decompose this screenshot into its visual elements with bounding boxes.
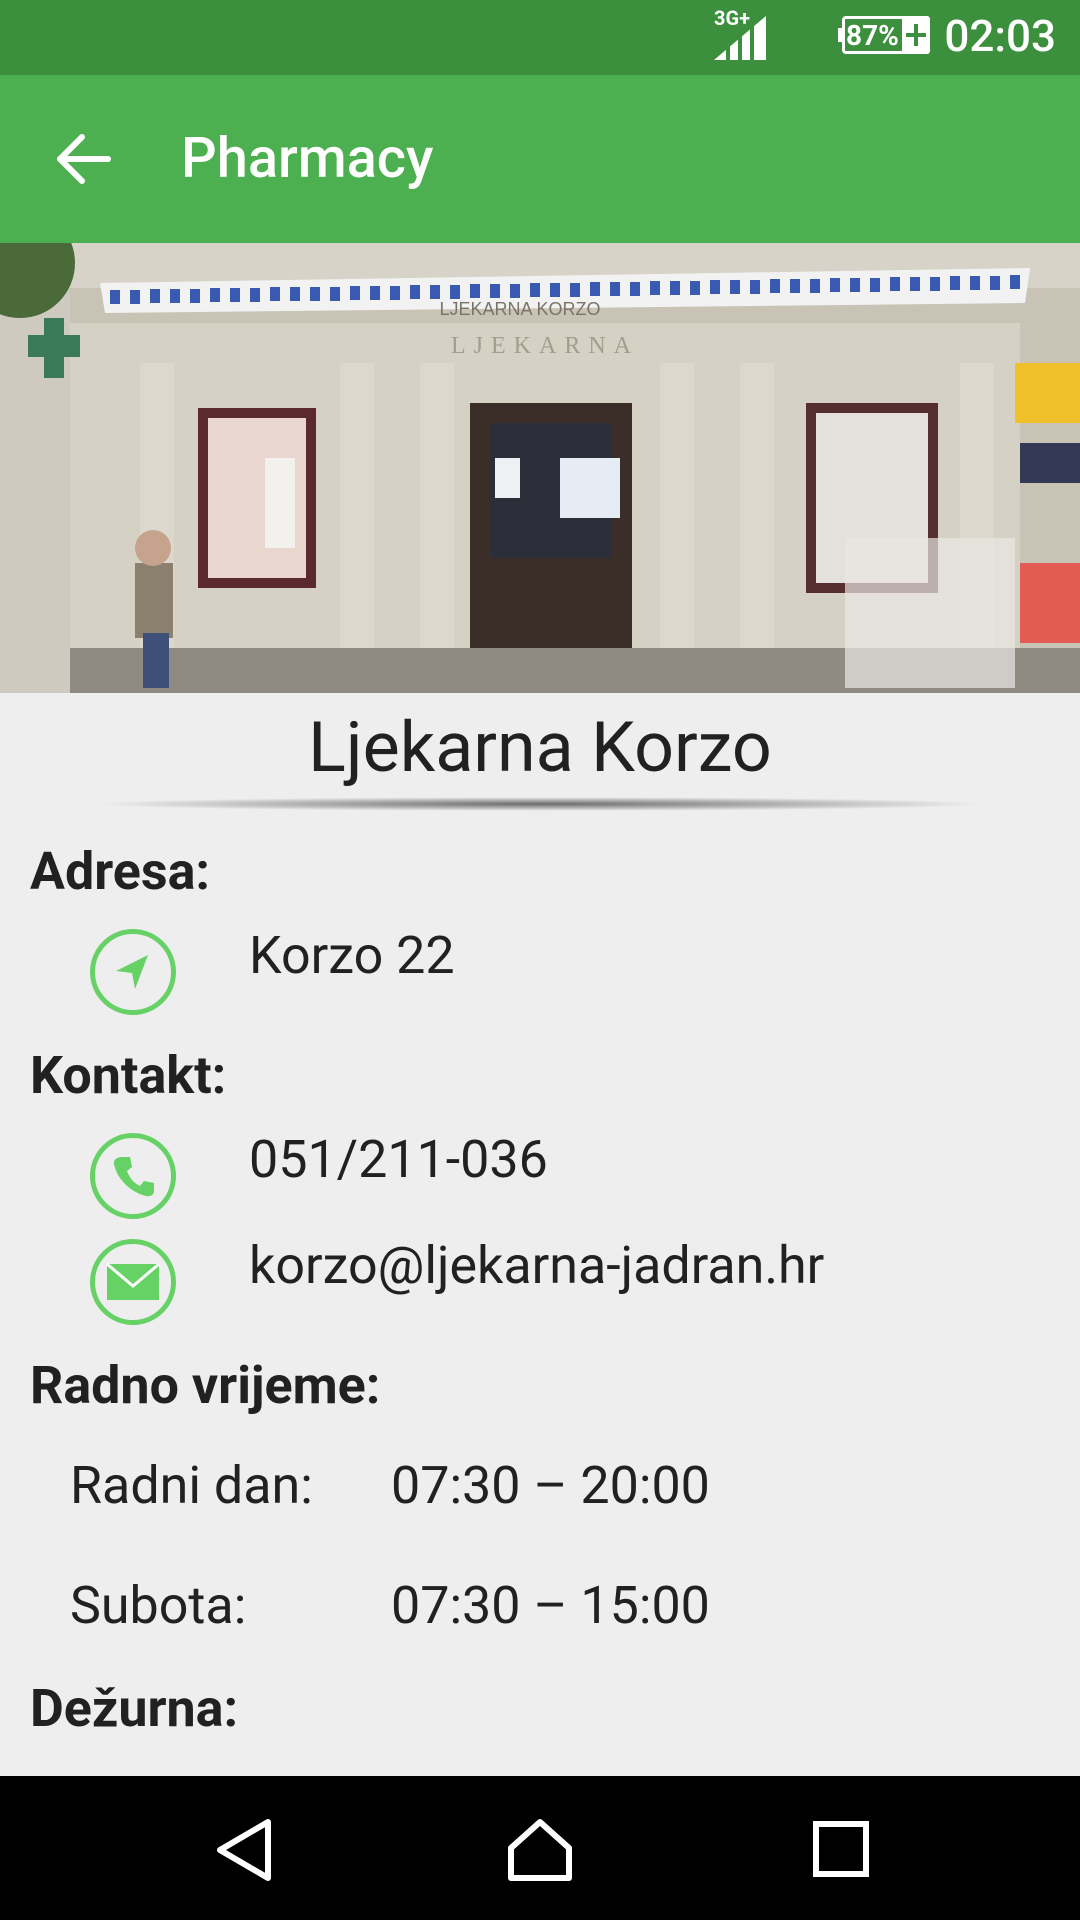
app-bar: Pharmacy — [0, 75, 1080, 243]
navigation-arrow-icon[interactable] — [90, 929, 176, 1015]
phone-number[interactable]: 051/211-036 — [249, 1129, 548, 1190]
back-nav-icon[interactable] — [210, 1818, 280, 1882]
working-hours-label: Radno vrijeme: — [30, 1355, 381, 1416]
address-label: Adresa: — [30, 841, 211, 902]
pharmacy-name: Ljekarna Korzo — [308, 707, 772, 789]
battery-icon: 87% — [838, 16, 930, 56]
system-nav-bar — [0, 1776, 1080, 1920]
home-icon[interactable] — [505, 1818, 575, 1882]
signal-icon — [714, 16, 766, 60]
phone-icon[interactable] — [90, 1133, 176, 1219]
hours-day-weekday: Radni dan: — [70, 1455, 313, 1516]
hours-day-saturday: Subota: — [70, 1575, 247, 1636]
envelope-icon[interactable] — [90, 1239, 176, 1325]
awning-sign: LJEKARNA KORZO — [439, 299, 600, 319]
back-arrow-icon[interactable] — [54, 129, 114, 189]
contact-label: Kontakt: — [30, 1045, 227, 1106]
divider — [90, 797, 990, 811]
address-value[interactable]: Korzo 22 — [249, 925, 455, 986]
facade-lettering: LJEKARNA — [451, 333, 639, 359]
recents-icon[interactable] — [806, 1818, 876, 1882]
battery-percent: 87% — [846, 19, 899, 52]
pharmacy-photo: LJEKARNA KORZO LJEKARNA — [0, 243, 1080, 693]
hours-time-weekday: 07:30 – 20:00 — [391, 1455, 710, 1516]
charging-icon — [902, 16, 930, 54]
clock: 02:03 — [944, 10, 1056, 62]
status-bar: 3G+ 87% 02:03 — [0, 0, 1080, 75]
hours-time-saturday: 07:30 – 15:00 — [391, 1575, 710, 1636]
storefront-image: LJEKARNA KORZO LJEKARNA — [0, 243, 1080, 693]
page-title: Pharmacy — [181, 125, 434, 191]
email-address[interactable]: korzo@ljekarna-jadran.hr — [249, 1235, 824, 1296]
on-duty-label: Dežurna: — [30, 1678, 239, 1739]
